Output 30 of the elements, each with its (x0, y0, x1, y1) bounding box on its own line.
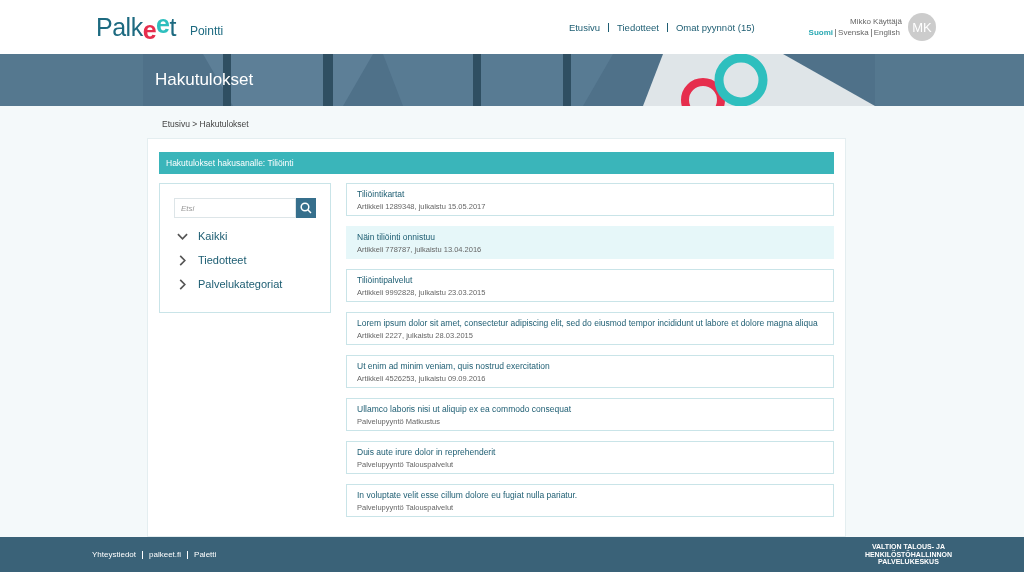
result-title: Tiliöintipalvelut (357, 275, 414, 285)
result-title: Duis aute irure dolor in reprehenderit (357, 447, 497, 457)
language-link[interactable]: Svenska (835, 29, 871, 37)
result-title: Ullamco laboris nisi ut aliquip ex ea commodo consequat (357, 404, 573, 414)
result-title: Ut enim ad minim veniam, quis nostrud exercitation (357, 361, 551, 371)
search-button[interactable] (296, 198, 316, 218)
chevron-right-icon (177, 278, 188, 290)
search-field[interactable]: Etsi (174, 198, 296, 218)
logo[interactable]: Palkeet (96, 12, 176, 42)
language-link[interactable]: English (870, 29, 902, 37)
category-item[interactable]: Tiedotteet (177, 254, 316, 266)
footer-link[interactable]: Yhteystiedot (92, 550, 143, 559)
category-item[interactable]: Kaikki (177, 230, 316, 242)
chevron-right-icon (177, 254, 188, 266)
results-heading: Hakutulokset hakusanalle: Tiliöinti (159, 152, 834, 174)
result-title: Tiliöintikartat (357, 189, 406, 199)
search-icon (300, 202, 312, 214)
result-title: In voluptate velit esse cillum dolore eu fugiat nulla pariatur. (357, 490, 579, 500)
result-title: Lorem ipsum dolor sit amet, consectetur adipiscing elit, sed do eiusmod tempor incididunt ut labore et dolore magna aliqua (357, 318, 819, 328)
footer-link[interactable]: palkeet.fi (142, 550, 188, 559)
footer-link[interactable]: Paletti (187, 550, 223, 559)
category-item[interactable]: Palvelukategoriat (177, 278, 316, 290)
app-name: Pointti (189, 24, 224, 38)
user-name: Mikko Käyttäjä (849, 17, 902, 26)
nav-link[interactable]: Etusivu (560, 22, 609, 32)
page-title: Hakutulokset (155, 70, 254, 90)
breadcrumb: Etusivu > Hakutulokset (162, 119, 249, 129)
nav-link[interactable]: Omat pyynnöt (15) (666, 22, 763, 32)
nav-link[interactable]: Tiedotteet (608, 22, 667, 32)
result-title: Näin tiliöinti onnistuu (357, 232, 436, 242)
